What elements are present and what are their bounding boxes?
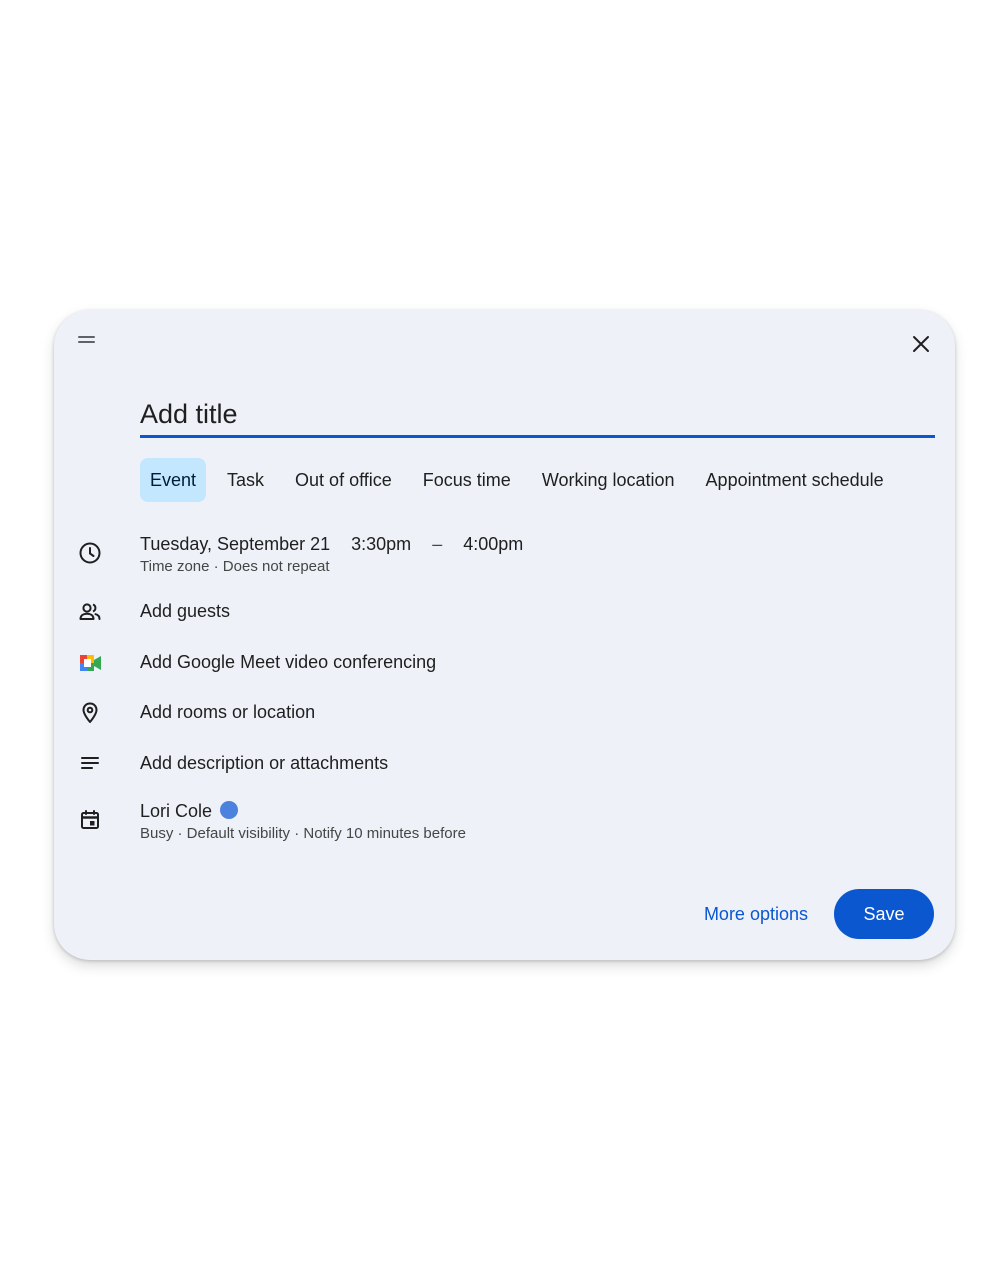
calendar-owner[interactable]: Lori Cole bbox=[140, 801, 212, 821]
add-guests-label[interactable]: Add guests bbox=[140, 600, 230, 622]
description-row[interactable]: Add description or attachments bbox=[78, 752, 898, 776]
add-location-label[interactable]: Add rooms or location bbox=[140, 701, 315, 723]
timezone-repeat-link[interactable]: Time zone · Does not repeat bbox=[140, 557, 539, 577]
event-creation-dialog: Event Task Out of office Focus time Work… bbox=[54, 310, 955, 960]
tab-out-of-office[interactable]: Out of office bbox=[285, 458, 402, 502]
clock-icon bbox=[78, 541, 116, 565]
start-time-selector[interactable]: 3:30pm bbox=[351, 534, 411, 554]
date-selector[interactable]: Tuesday, September 21 bbox=[140, 534, 330, 554]
calendar-row[interactable]: Lori Cole Busy · Default visibility · No… bbox=[78, 800, 898, 844]
guests-row[interactable]: Add guests bbox=[78, 600, 898, 624]
tab-appointment-schedule[interactable]: Appointment schedule bbox=[696, 458, 894, 502]
drag-handle-icon[interactable] bbox=[78, 336, 97, 346]
close-button[interactable] bbox=[905, 328, 937, 360]
tab-focus-time[interactable]: Focus time bbox=[413, 458, 521, 502]
google-meet-icon bbox=[78, 651, 116, 675]
calendar-color-dot[interactable] bbox=[220, 801, 239, 819]
people-icon bbox=[78, 600, 116, 624]
notes-icon bbox=[78, 752, 116, 776]
save-button[interactable]: Save bbox=[834, 889, 934, 939]
event-type-tabs: Event Task Out of office Focus time Work… bbox=[140, 458, 905, 502]
datetime-row: Tuesday, September 21 3:30pm – 4:00pm Ti… bbox=[78, 533, 898, 577]
dialog-footer: More options Save bbox=[688, 889, 934, 939]
meet-row[interactable]: Add Google Meet video conferencing bbox=[78, 651, 898, 675]
end-time-selector[interactable]: 4:00pm bbox=[463, 534, 523, 554]
close-icon bbox=[913, 336, 929, 352]
add-description-label[interactable]: Add description or attachments bbox=[140, 752, 388, 774]
calendar-icon bbox=[78, 808, 116, 832]
tab-working-location[interactable]: Working location bbox=[532, 458, 685, 502]
add-meet-label[interactable]: Add Google Meet video conferencing bbox=[140, 651, 436, 673]
location-pin-icon bbox=[78, 701, 116, 725]
time-separator: – bbox=[432, 534, 443, 554]
calendar-details[interactable]: Busy · Default visibility · Notify 10 mi… bbox=[140, 824, 466, 844]
location-row[interactable]: Add rooms or location bbox=[78, 701, 898, 725]
title-input[interactable] bbox=[140, 394, 935, 434]
title-field bbox=[140, 394, 935, 438]
tab-task[interactable]: Task bbox=[217, 458, 274, 502]
more-options-button[interactable]: More options bbox=[688, 892, 824, 937]
tab-event[interactable]: Event bbox=[140, 458, 207, 502]
